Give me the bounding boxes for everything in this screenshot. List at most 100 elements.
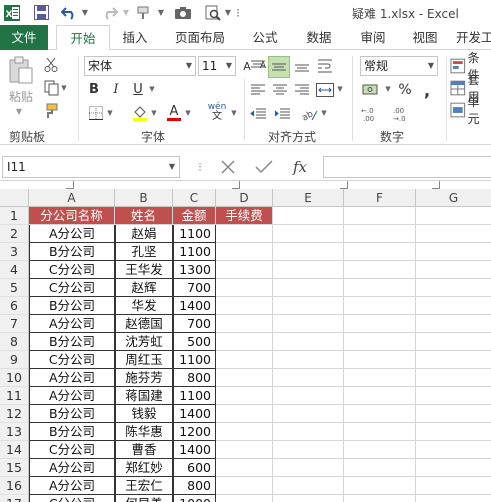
amount-cell[interactable]: 1300 <box>173 261 216 279</box>
amount-cell[interactable]: 800 <box>173 477 216 495</box>
row-header[interactable]: 13 <box>0 423 29 441</box>
merge-dropdown-icon[interactable]: ▼ <box>336 84 344 94</box>
cell[interactable] <box>416 459 491 477</box>
cell[interactable] <box>273 495 344 502</box>
underline-button[interactable]: U <box>130 80 146 98</box>
currency-dropdown-icon[interactable]: ▼ <box>384 84 392 94</box>
clipboard-launcher-icon[interactable] <box>66 181 74 189</box>
cell[interactable] <box>216 441 273 459</box>
cell[interactable] <box>216 351 273 369</box>
cell[interactable] <box>416 315 491 333</box>
tab-review[interactable]: 审阅 <box>350 25 396 50</box>
branch-cell[interactable]: B分公司 <box>29 405 115 423</box>
cell[interactable] <box>216 387 273 405</box>
name-cell[interactable]: 郑红妙 <box>115 459 173 477</box>
cell[interactable] <box>273 333 344 351</box>
cell[interactable] <box>273 297 344 315</box>
branch-cell[interactable]: C分公司 <box>29 261 115 279</box>
cell[interactable] <box>273 387 344 405</box>
amount-cell[interactable]: 1400 <box>173 405 216 423</box>
cell[interactable] <box>416 333 491 351</box>
tab-view[interactable]: 视图 <box>402 25 448 50</box>
name-cell[interactable]: 华发 <box>115 297 173 315</box>
number-launcher-icon[interactable] <box>432 181 440 189</box>
cell[interactable] <box>216 405 273 423</box>
percent-button[interactable]: % <box>396 80 414 100</box>
amount-cell[interactable]: 1100 <box>173 243 216 261</box>
name-cell[interactable]: 孔坚 <box>115 243 173 261</box>
cell[interactable] <box>273 423 344 441</box>
row-header[interactable]: 15 <box>0 459 29 477</box>
cell[interactable] <box>216 477 273 495</box>
phonetic-button[interactable]: wén 文 <box>204 100 230 124</box>
branch-cell[interactable]: A分公司 <box>29 315 115 333</box>
branch-cell[interactable]: B分公司 <box>29 333 115 351</box>
row-header[interactable]: 9 <box>0 351 29 369</box>
name-cell[interactable]: 王华发 <box>115 261 173 279</box>
amount-cell[interactable]: 700 <box>173 315 216 333</box>
header-cell[interactable]: 姓名 <box>115 207 173 225</box>
header-cell[interactable]: 分公司名称 <box>29 207 115 225</box>
branch-cell[interactable]: A分公司 <box>29 459 115 477</box>
borders-icon[interactable] <box>86 104 106 122</box>
align-bottom-icon[interactable] <box>292 56 312 76</box>
tab-data[interactable]: 数据 <box>296 25 342 50</box>
cell[interactable] <box>344 459 416 477</box>
cell[interactable] <box>344 369 416 387</box>
cell[interactable] <box>273 405 344 423</box>
cell[interactable] <box>344 405 416 423</box>
name-cell[interactable]: 赵辉 <box>115 279 173 297</box>
cell[interactable] <box>416 387 491 405</box>
amount-cell[interactable]: 1400 <box>173 441 216 459</box>
branch-cell[interactable]: C分公司 <box>29 495 115 502</box>
cell[interactable] <box>344 315 416 333</box>
increase-decimal-icon[interactable]: ←.0.00 <box>360 104 386 124</box>
customize-toolbar-icon[interactable]: ⁝ <box>234 4 242 21</box>
branch-cell[interactable]: B分公司 <box>29 423 115 441</box>
amount-cell[interactable]: 700 <box>173 279 216 297</box>
amount-cell[interactable]: 800 <box>173 369 216 387</box>
cell[interactable] <box>273 261 344 279</box>
branch-cell[interactable]: A分公司 <box>29 369 115 387</box>
header-cell[interactable]: 金额 <box>173 207 216 225</box>
cell[interactable] <box>344 297 416 315</box>
cut-icon[interactable] <box>42 56 60 74</box>
amount-cell[interactable]: 1000 <box>173 495 216 502</box>
name-cell[interactable]: 王宏仁 <box>115 477 173 495</box>
align-right-icon[interactable] <box>292 80 312 100</box>
cell[interactable] <box>344 495 416 502</box>
branch-cell[interactable]: B分公司 <box>29 297 115 315</box>
row-header[interactable]: 6 <box>0 297 29 315</box>
wrap-text-icon[interactable] <box>316 56 336 76</box>
row-header[interactable]: 11 <box>0 387 29 405</box>
cell[interactable] <box>344 423 416 441</box>
cell[interactable] <box>344 477 416 495</box>
column-header-c[interactable]: C <box>173 189 216 207</box>
comma-button[interactable]: , <box>420 80 434 100</box>
cancel-entry-icon[interactable] <box>214 157 242 177</box>
cell[interactable] <box>216 369 273 387</box>
row-header[interactable]: 7 <box>0 315 29 333</box>
paste-button[interactable]: 粘贴 <box>4 88 38 104</box>
cell[interactable] <box>216 297 273 315</box>
cell[interactable] <box>416 423 491 441</box>
cell[interactable] <box>344 387 416 405</box>
row-header[interactable]: 10 <box>0 369 29 387</box>
insert-function-icon[interactable]: fx <box>286 156 314 178</box>
cell[interactable] <box>216 261 273 279</box>
cell[interactable] <box>273 369 344 387</box>
redo-dropdown-icon[interactable]: ▼ <box>121 4 131 21</box>
copy-dropdown-icon[interactable]: ▼ <box>60 83 68 93</box>
cell[interactable] <box>344 351 416 369</box>
cell[interactable] <box>344 333 416 351</box>
font-size-select[interactable]: 11 ▼ <box>198 56 236 76</box>
row-header[interactable]: 4 <box>0 261 29 279</box>
cell[interactable] <box>273 315 344 333</box>
orientation-icon[interactable]: ab <box>298 104 320 124</box>
cell[interactable] <box>216 279 273 297</box>
fill-color-dropdown-icon[interactable]: ▼ <box>150 108 158 118</box>
font-name-select[interactable]: 宋体 ▼ <box>84 56 196 76</box>
copy-icon[interactable] <box>42 79 60 97</box>
cell[interactable] <box>216 495 273 502</box>
cell[interactable] <box>344 243 416 261</box>
